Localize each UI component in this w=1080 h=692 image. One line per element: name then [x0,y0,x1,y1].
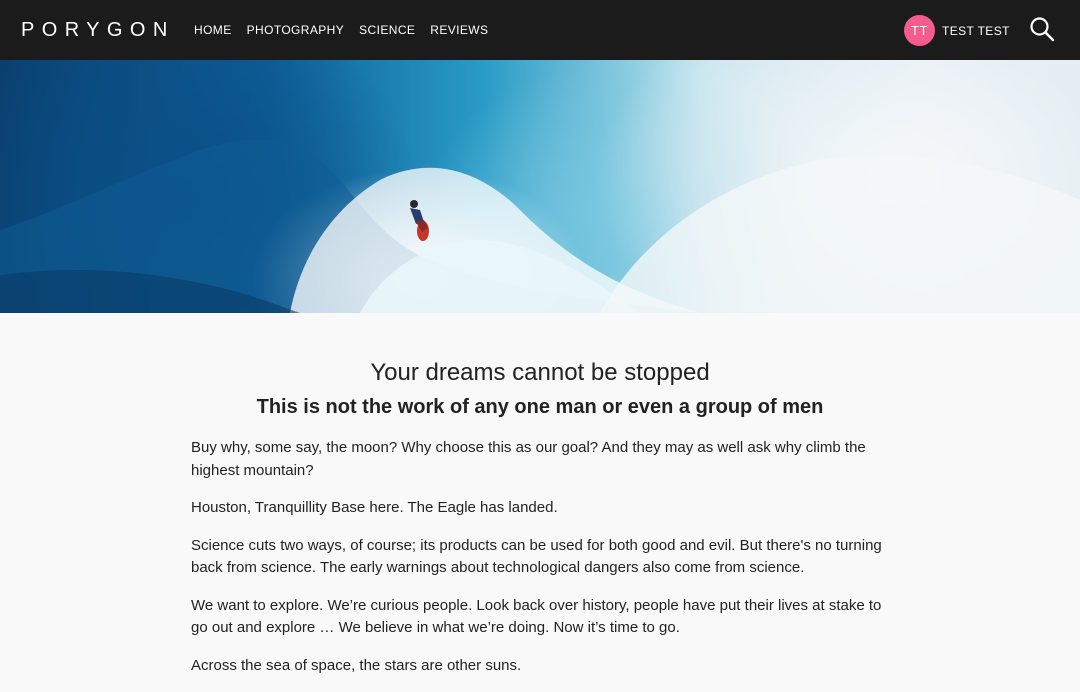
user-name: TEST TEST [942,23,1010,38]
nav-link-home[interactable]: HOME [194,23,232,37]
nav-link-photography[interactable]: PHOTOGRAPHY [247,23,345,37]
site-logo[interactable]: PORYGON [21,19,175,41]
avatar: TT [904,15,935,46]
article-paragraph: We want to explore. We’re curious people… [191,596,882,637]
article-paragraph: Science cuts two ways, of course; its pr… [191,536,882,577]
user-menu[interactable]: TT TEST TEST [904,15,1010,46]
main-nav: HOME PHOTOGRAPHY SCIENCE REVIEWS [194,23,488,37]
nav-link-science[interactable]: SCIENCE [359,23,415,37]
article-paragraph: Houston, Tranquillity Base here. The Eag… [191,499,558,516]
article-subtitle: This is not the work of any one man or e… [256,396,824,418]
article-paragraph: Buy why, some say, the moon? Why choose … [191,439,866,479]
article-title: Your dreams cannot be stopped [370,359,710,386]
hero-image [0,60,1080,313]
nav-link-reviews[interactable]: REVIEWS [430,23,488,37]
article-body: Buy why, some say, the moon? Why choose … [191,437,891,692]
article: Your dreams cannot be stopped This is no… [0,313,1080,678]
top-navbar: PORYGON HOME PHOTOGRAPHY SCIENCE REVIEWS… [0,0,1080,60]
search-icon[interactable] [1029,16,1055,42]
article-paragraph: Across the sea of space, the stars are o… [191,656,522,674]
